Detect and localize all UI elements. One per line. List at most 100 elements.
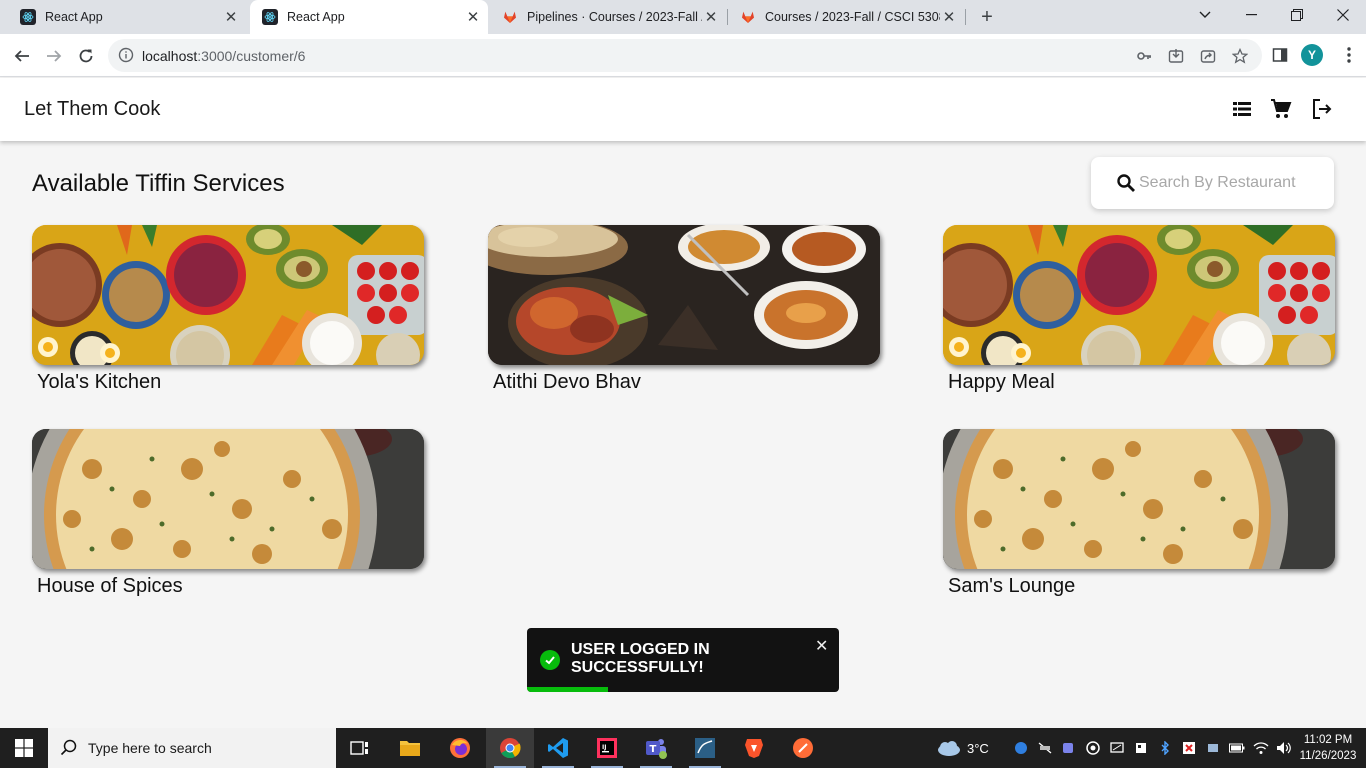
logout-icon[interactable] (1310, 97, 1334, 121)
react-icon (20, 9, 36, 25)
success-check-icon (540, 650, 560, 670)
gitlab-icon (502, 9, 518, 25)
site-info-icon[interactable] (118, 47, 134, 63)
restaurant-name[interactable]: Atithi Devo Bhav (493, 371, 880, 394)
close-window-button[interactable] (1320, 0, 1366, 30)
close-toast-icon[interactable]: ✕ (815, 636, 828, 656)
tab-title: Pipelines · Courses / 2023-Fall / ( (527, 10, 702, 24)
task-view-icon[interactable] (336, 728, 384, 768)
svg-text:IJ: IJ (602, 744, 606, 751)
restaurant-card[interactable]: Yola's Kitchen (32, 225, 424, 394)
volume-icon[interactable] (1276, 740, 1292, 756)
profile-avatar[interactable]: Y (1301, 44, 1323, 66)
mute-tray-icon[interactable] (1037, 740, 1053, 756)
weather-temp: 3°C (967, 741, 989, 756)
sync-tray-icon[interactable] (1085, 740, 1101, 756)
restaurant-image[interactable] (943, 225, 1335, 365)
side-panel-icon[interactable] (1267, 42, 1293, 68)
close-tab-icon[interactable]: ✕ (464, 8, 482, 26)
restaurant-name[interactable]: Sam's Lounge (948, 575, 1335, 598)
tab-react-app-2[interactable]: React App ✕ (250, 0, 488, 34)
start-button[interactable] (0, 728, 48, 768)
intellij-icon[interactable]: IJ (583, 728, 631, 768)
url-path: :3000/customer/6 (197, 48, 306, 64)
system-clock[interactable]: 11:02 PM 11/26/2023 (1296, 732, 1360, 764)
browser-tab-strip: React App ✕ React App ✕ Pipelines · Cour… (0, 0, 1366, 34)
browser-toolbar: localhost:3000/customer/6 Y (0, 34, 1366, 77)
battery-icon[interactable] (1229, 740, 1245, 756)
toast-progress-bar (527, 687, 609, 692)
restaurant-image[interactable] (488, 225, 880, 365)
list-icon[interactable] (1230, 97, 1254, 121)
firefox-icon[interactable] (436, 728, 484, 768)
restore-button[interactable] (1274, 0, 1320, 30)
toast-message: User logged in successfully! (571, 641, 710, 676)
teams-tray-icon[interactable] (1061, 740, 1077, 756)
app-brand[interactable]: Let Them Cook (24, 98, 160, 121)
share-icon[interactable] (1199, 47, 1217, 65)
mysql-workbench-icon[interactable] (681, 728, 729, 768)
app-header: Let Them Cook (0, 78, 1366, 141)
search-icon (1116, 173, 1136, 193)
more-menu-icon[interactable] (1336, 42, 1362, 68)
restaurant-card[interactable]: House of Spices (32, 429, 424, 598)
reload-button[interactable] (72, 42, 100, 70)
tab-title: React App (45, 10, 103, 24)
cloud-icon (938, 741, 960, 756)
tab-courses[interactable]: Courses / 2023-Fall / CSCI 5308 ✕ (728, 0, 964, 34)
display-tray-icon[interactable] (1109, 740, 1125, 756)
bluetooth-icon[interactable] (1157, 740, 1173, 756)
close-tab-icon[interactable]: ✕ (702, 8, 720, 26)
cart-icon[interactable] (1269, 97, 1293, 121)
brave-icon[interactable] (730, 728, 778, 768)
bookmark-star-icon[interactable] (1231, 47, 1249, 65)
address-bar[interactable]: localhost:3000/customer/6 (108, 39, 1262, 72)
back-button[interactable] (8, 42, 36, 70)
page-title: Available Tiffin Services (32, 170, 285, 197)
antivirus-tray-icon[interactable] (1181, 740, 1197, 756)
restaurant-name[interactable]: House of Spices (37, 575, 424, 598)
teams-icon[interactable]: T (632, 728, 680, 768)
restaurant-name[interactable]: Happy Meal (948, 371, 1335, 394)
weather-widget[interactable]: 3°C (935, 738, 995, 758)
network-drive-tray-icon[interactable] (1205, 740, 1221, 756)
restaurant-card[interactable]: Atithi Devo Bhav (488, 225, 880, 394)
search-input[interactable] (1139, 171, 1324, 195)
chrome-icon[interactable] (486, 728, 534, 768)
install-app-icon[interactable] (1167, 47, 1185, 65)
taskbar-search-placeholder: Type here to search (88, 740, 212, 756)
url-text: localhost:3000/customer/6 (142, 48, 305, 64)
close-tab-icon[interactable]: ✕ (222, 8, 240, 26)
new-tab-button[interactable]: + (976, 6, 998, 28)
tab-search-chevron-icon[interactable] (1182, 0, 1228, 30)
security-tray-icon[interactable] (1133, 740, 1149, 756)
minimize-button[interactable] (1228, 0, 1274, 30)
vscode-icon[interactable] (534, 728, 582, 768)
forward-button[interactable] (40, 42, 68, 70)
windows-taskbar: Type here to search IJ T 3°C 11:02 PM 11… (0, 728, 1366, 768)
clock-time: 11:02 PM (1303, 734, 1353, 746)
tab-title: React App (287, 10, 345, 24)
restaurant-card[interactable]: Happy Meal (943, 225, 1335, 394)
restaurant-card[interactable]: Sam's Lounge (943, 429, 1335, 598)
edge-tray-icon[interactable] (1013, 740, 1029, 756)
postman-icon[interactable] (779, 728, 827, 768)
restaurant-name[interactable]: Yola's Kitchen (37, 371, 424, 394)
url-host: localhost (142, 48, 198, 64)
file-explorer-icon[interactable] (386, 728, 434, 768)
restaurant-image[interactable] (943, 429, 1335, 569)
search-icon (60, 739, 78, 757)
key-icon[interactable] (1135, 47, 1153, 65)
svg-text:T: T (650, 744, 657, 755)
gitlab-icon (740, 9, 756, 25)
wifi-icon[interactable] (1253, 740, 1269, 756)
restaurant-image[interactable] (32, 429, 424, 569)
close-tab-icon[interactable]: ✕ (940, 8, 958, 26)
tab-pipelines[interactable]: Pipelines · Courses / 2023-Fall / ( ✕ (490, 0, 726, 34)
taskbar-search-box[interactable]: Type here to search (48, 728, 336, 768)
restaurant-image[interactable] (32, 225, 424, 365)
clock-date: 11/26/2023 (1299, 750, 1357, 762)
restaurant-search-box[interactable] (1091, 157, 1334, 209)
tab-title: Courses / 2023-Fall / CSCI 5308 (765, 10, 940, 24)
tab-react-app-1[interactable]: React App ✕ (8, 0, 246, 34)
